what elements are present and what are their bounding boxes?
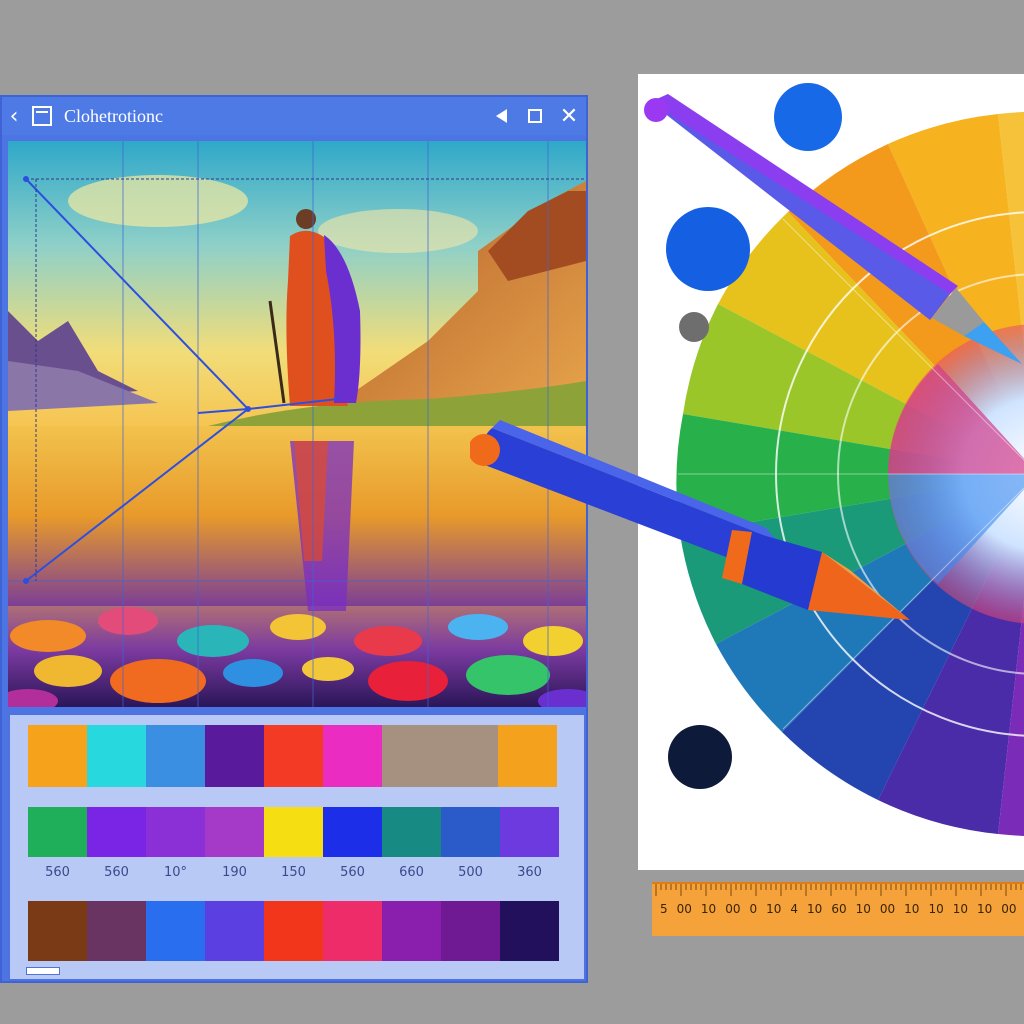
- document-icon: [32, 106, 52, 126]
- swatch[interactable]: [205, 807, 264, 857]
- swatch[interactable]: [323, 807, 382, 857]
- swatch[interactable]: [146, 901, 205, 961]
- color-palette-panel: 560 560 10° 190 150 560 660 500 360: [8, 713, 586, 981]
- ruler-label: 0: [749, 902, 758, 916]
- swatch[interactable]: [205, 725, 264, 787]
- stylus-pen-main: [470, 420, 910, 620]
- swatch[interactable]: [441, 807, 500, 857]
- swatch[interactable]: [498, 725, 557, 787]
- ruler-label: 00: [676, 902, 692, 916]
- sound-button[interactable]: [484, 97, 518, 135]
- swatch[interactable]: [441, 901, 500, 961]
- ruler-label: 10: [855, 902, 871, 916]
- title-bar: ‹ Clohetrotionc ✕: [2, 97, 586, 135]
- ruler-label: 10: [766, 902, 782, 916]
- swatch[interactable]: [28, 725, 87, 787]
- swatch-label: 360: [517, 865, 542, 880]
- swatch[interactable]: [500, 901, 559, 961]
- swatch-label: 660: [399, 865, 424, 880]
- ruler-label: 10: [977, 902, 993, 916]
- swatch-value-labels: 560 560 10° 190 150 560 660 500 360: [28, 865, 559, 880]
- ruler-label: 00: [879, 902, 896, 916]
- swatch[interactable]: [146, 725, 205, 787]
- window-title: Clohetrotionc: [64, 105, 163, 126]
- dot-blue-large: [774, 83, 842, 151]
- ruler-label: 4: [790, 902, 799, 916]
- back-button[interactable]: ‹: [2, 97, 26, 135]
- swatch-label: 190: [222, 865, 247, 880]
- dot-blue: [666, 207, 750, 291]
- ruler-label: 10: [928, 902, 944, 916]
- ruler-label: 10: [700, 902, 717, 916]
- swatch-row-3: [28, 901, 559, 961]
- close-icon: ✕: [559, 103, 579, 129]
- swatch[interactable]: [382, 901, 441, 961]
- close-button[interactable]: ✕: [552, 97, 586, 135]
- ruler-label: 60: [831, 902, 847, 916]
- speaker-icon: [495, 109, 507, 123]
- swatch[interactable]: [264, 725, 323, 787]
- swatch[interactable]: [205, 901, 264, 961]
- ruler-label: 00: [725, 902, 741, 916]
- swatch-row-1: [28, 725, 557, 787]
- swatch[interactable]: [264, 807, 323, 857]
- swatch[interactable]: [264, 901, 323, 961]
- swatch[interactable]: [323, 901, 382, 961]
- swatch-label: 10°: [163, 865, 188, 880]
- swatch[interactable]: [28, 807, 87, 857]
- ruler-label: 10: [807, 902, 823, 916]
- swatch-label: 560: [45, 865, 70, 880]
- ruler: 5 00 10 00 0 10 4 10 60 10 00 10 10 10 1…: [652, 882, 1024, 936]
- maximize-button[interactable]: [518, 97, 552, 135]
- maximize-icon: [528, 109, 542, 123]
- swatch-label: 560: [104, 865, 129, 880]
- swatch-label: 150: [281, 865, 306, 880]
- swatch[interactable]: [87, 901, 146, 961]
- horizontal-scrollbar-thumb[interactable]: [26, 967, 60, 975]
- swatch-label: 560: [340, 865, 365, 880]
- swatch[interactable]: [87, 725, 146, 787]
- swatch[interactable]: [323, 725, 382, 787]
- swatch[interactable]: [382, 725, 498, 787]
- swatch[interactable]: [28, 901, 87, 961]
- ruler-label: 5: [660, 902, 668, 916]
- ruler-labels: 5 00 10 00 0 10 4 10 60 10 00 10 10 10 1…: [660, 902, 1024, 916]
- swatch[interactable]: [382, 807, 441, 857]
- swatch[interactable]: [500, 807, 559, 857]
- ruler-label: 00: [1001, 902, 1017, 916]
- swatch[interactable]: [87, 807, 146, 857]
- dot-navy: [668, 725, 732, 789]
- dot-gray: [679, 312, 709, 342]
- ruler-label: 10: [952, 902, 969, 916]
- swatch-row-2: [28, 807, 559, 857]
- back-arrow-icon: ‹: [9, 103, 19, 129]
- ruler-label: 10: [904, 902, 920, 916]
- ruler-ticks: [655, 884, 1022, 896]
- swatch[interactable]: [146, 807, 205, 857]
- swatch-label: 500: [458, 865, 483, 880]
